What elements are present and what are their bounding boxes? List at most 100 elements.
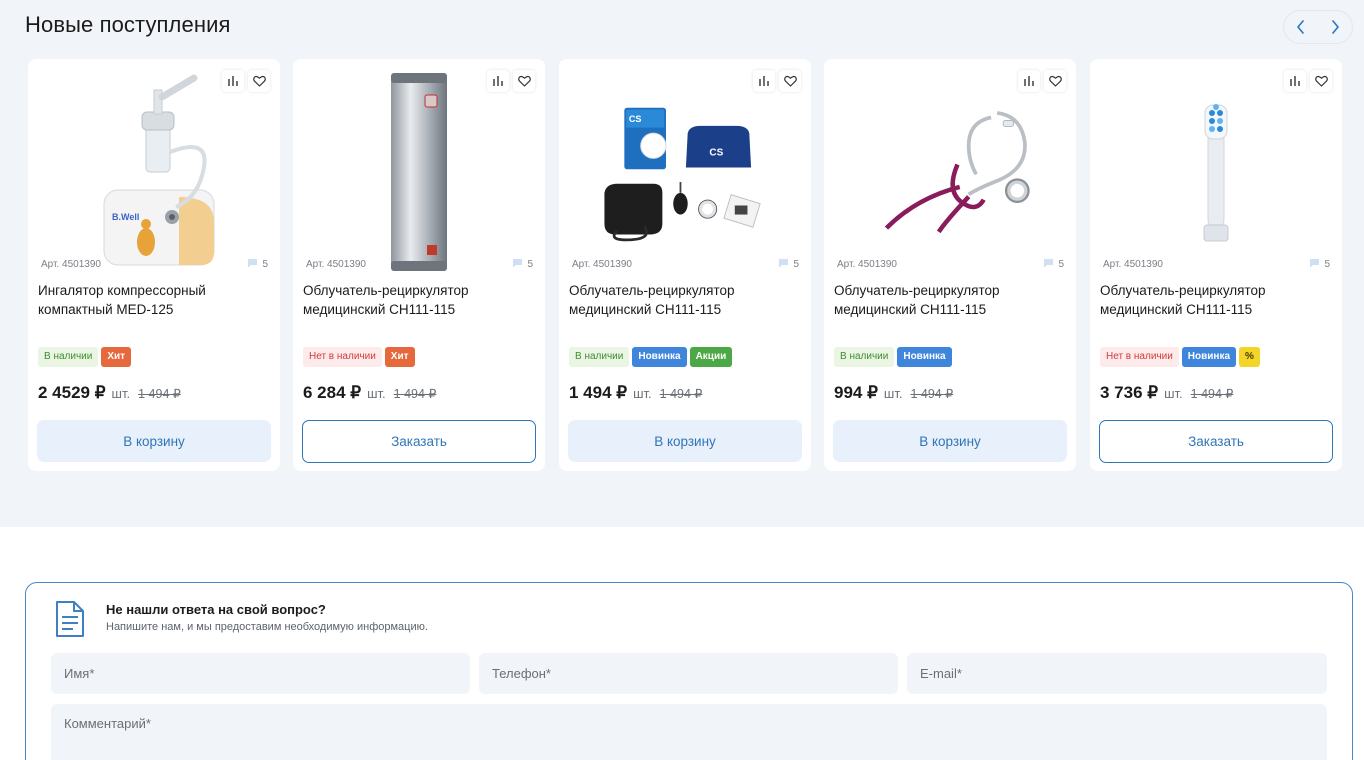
order-button[interactable]: Заказать [302,420,536,463]
svg-text:B.Well: B.Well [112,212,139,222]
badge-in: В наличии [834,347,895,367]
badge-new: Новинка [1181,347,1237,367]
product-image[interactable] [333,69,505,274]
badges: Нет в наличии Хит [303,347,415,367]
reviews-count[interactable]: 5 [512,258,533,271]
old-price: 1 494 ₽ [659,387,703,401]
badge-new: Новинка [632,347,687,367]
price-unit: шт. [111,386,131,401]
price-row: 6 284 ₽ шт. 1 494 ₽ [303,383,436,403]
badge-hit: Хит [101,347,132,367]
form-title: Не нашли ответа на свой вопрос? [106,602,326,617]
badge-new: Новинка [897,347,952,367]
comment-icon [512,258,523,271]
reviews-number: 5 [1058,259,1064,270]
compare-chart-icon[interactable] [487,70,509,92]
product-card[interactable]: Арт. 4501390 5 Облучатель-рециркулятор м… [293,59,545,471]
heart-icon[interactable] [248,70,270,92]
svg-text:CS: CS [629,114,642,124]
chevron-left-icon[interactable] [1290,16,1312,38]
old-price: 1 494 ₽ [138,387,181,401]
product-card[interactable]: B.Well Арт. 4501390 5 Ингалятор компресс… [28,59,280,471]
old-price: 1 494 ₽ [910,387,954,401]
reviews-count[interactable]: 5 [1309,258,1330,271]
old-price: 1 494 ₽ [393,387,437,401]
product-name[interactable]: Ингалятор компрессорный компактный MED-1… [38,281,270,319]
badge-sale: Акции [689,347,733,367]
product-name[interactable]: Облучатель-рециркулятор медицинский СН11… [569,281,801,319]
comment-field[interactable]: Комментарий* [51,704,1327,760]
card-actions [1284,70,1332,92]
comment-icon [1309,258,1320,271]
badge-out: Нет в наличии [303,347,382,367]
comment-icon [778,258,789,271]
price: 3 736 ₽ [1100,383,1159,402]
compare-chart-icon[interactable] [222,70,244,92]
email-field[interactable]: E-mail* [907,653,1327,694]
price-unit: шт. [633,386,652,401]
svg-text:CS: CS [709,147,723,158]
card-actions [222,70,270,92]
product-name[interactable]: Облучатель-рециркулятор медицинский СН11… [303,281,535,319]
comment-icon [1043,258,1054,271]
add-to-cart-button[interactable]: В корзину [833,420,1067,462]
product-image[interactable]: B.Well [68,69,240,274]
form-subtitle: Напишите нам, и мы предоставим необходим… [106,621,428,633]
reviews-number: 5 [793,259,799,270]
card-actions [753,70,801,92]
phone-field[interactable]: Телефон* [479,653,898,694]
card-actions [1018,70,1066,92]
product-card[interactable]: CS CS Арт. 4501390 5 Облучатель-рециркул… [559,59,811,471]
chevron-right-icon[interactable] [1324,16,1346,38]
article-number: Арт. 4501390 [1103,259,1163,270]
heart-icon[interactable] [513,70,535,92]
price: 1 494 ₽ [569,383,628,402]
badges: В наличии Новинка Акции [569,347,733,367]
compare-chart-icon[interactable] [1018,70,1040,92]
product-name[interactable]: Облучатель-рециркулятор медицинский СН11… [1100,281,1332,319]
badge-in: В наличии [569,347,630,367]
heart-icon[interactable] [1310,70,1332,92]
section-title: Новые поступления [25,12,231,37]
badge-hit: Хит [384,347,415,367]
price-unit: шт. [367,386,386,401]
article-number: Арт. 4501390 [837,259,897,270]
add-to-cart-button[interactable]: В корзину [568,420,802,462]
product-card[interactable]: Арт. 4501390 5 Облучатель-рециркулятор м… [1090,59,1342,471]
price-unit: шт. [1164,386,1183,401]
price-row: 3 736 ₽ шт. 1 494 ₽ [1100,383,1233,403]
old-price: 1 494 ₽ [1190,387,1234,401]
card-actions [487,70,535,92]
article-number: Арт. 4501390 [41,259,101,270]
question-form: Не нашли ответа на свой вопрос? Напишите… [25,582,1353,760]
product-image[interactable] [864,69,1036,274]
price: 6 284 ₽ [303,383,362,402]
carousel-nav [1283,10,1353,44]
document-icon [55,600,85,643]
reviews-count[interactable]: 5 [1043,258,1064,271]
name-field[interactable]: Имя* [51,653,470,694]
badge-pct: % [1239,347,1260,367]
article-number: Арт. 4501390 [572,259,632,270]
product-image[interactable]: CS CS [599,69,771,274]
add-to-cart-button[interactable]: В корзину [37,420,271,462]
heart-icon[interactable] [1044,70,1066,92]
compare-chart-icon[interactable] [753,70,775,92]
reviews-count[interactable]: 5 [778,258,799,271]
reviews-number: 5 [527,259,533,270]
price: 2 4529 ₽ [38,383,106,402]
comment-icon [247,258,258,271]
reviews-number: 5 [262,259,268,270]
compare-chart-icon[interactable] [1284,70,1306,92]
article-number: Арт. 4501390 [306,259,366,270]
reviews-count[interactable]: 5 [247,258,268,271]
badge-out: Нет в наличии [1100,347,1179,367]
badge-in: В наличии [38,347,99,367]
price-row: 2 4529 ₽ шт. 1 494 ₽ [38,383,181,403]
product-card[interactable]: Арт. 4501390 5 Облучатель-рециркулятор м… [824,59,1076,471]
product-name[interactable]: Облучатель-рециркулятор медицинский СН11… [834,281,1066,319]
price-row: 1 494 ₽ шт. 1 494 ₽ [569,383,702,403]
order-button[interactable]: Заказать [1099,420,1333,463]
heart-icon[interactable] [779,70,801,92]
product-image[interactable] [1130,69,1302,274]
